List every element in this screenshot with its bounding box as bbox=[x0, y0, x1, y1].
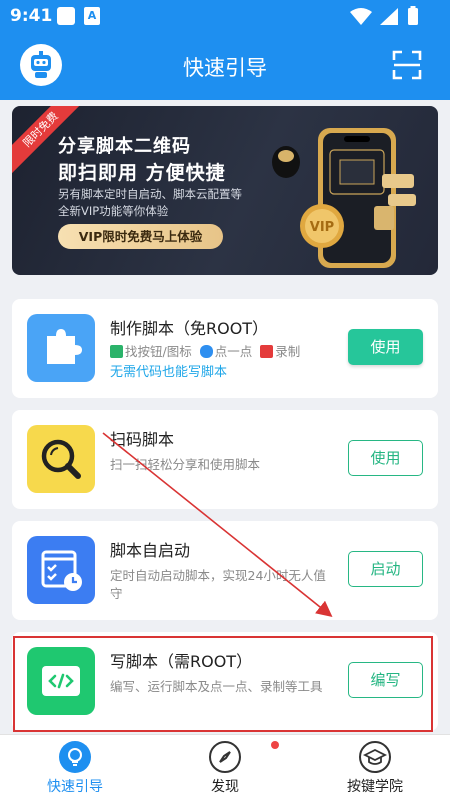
tab-label: 按键学院 bbox=[347, 779, 403, 795]
graduation-cap-icon bbox=[359, 741, 391, 773]
bottom-tab-bar: 快速引导 发现 按键学院 bbox=[0, 734, 450, 801]
tab-academy[interactable]: 按键学院 bbox=[300, 735, 450, 801]
annotation-arrow-icon bbox=[102, 432, 333, 618]
tab-label: 快速引导 bbox=[47, 779, 103, 795]
lightbulb-icon bbox=[59, 741, 91, 773]
notification-dot bbox=[271, 741, 279, 749]
compass-icon bbox=[209, 741, 241, 773]
tab-quick-guide[interactable]: 快速引导 bbox=[0, 735, 150, 801]
tab-label: 发现 bbox=[211, 779, 239, 795]
